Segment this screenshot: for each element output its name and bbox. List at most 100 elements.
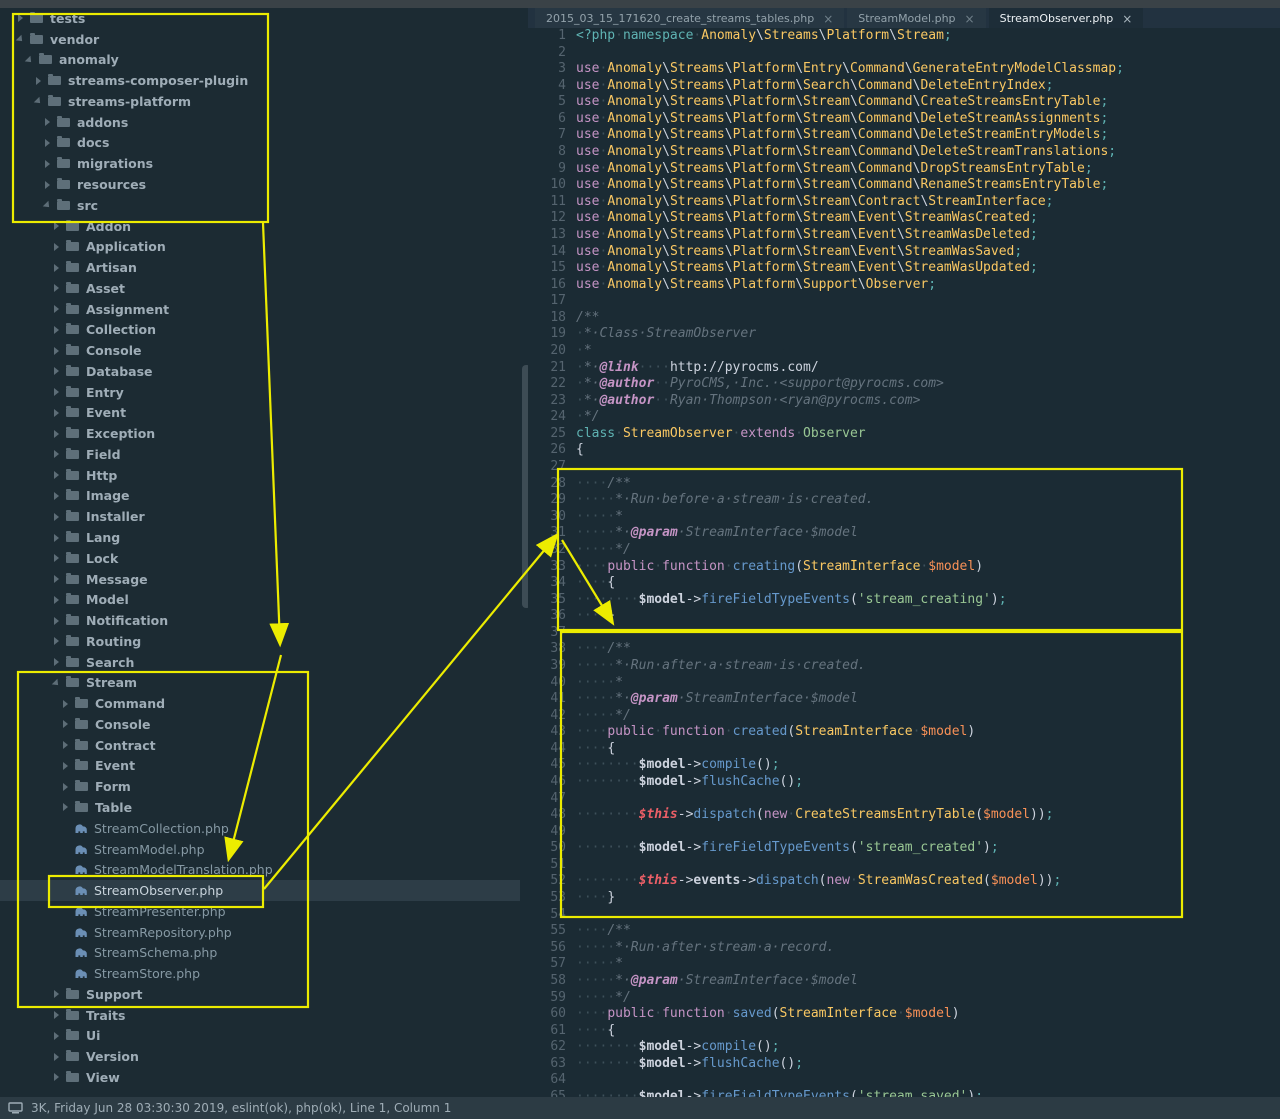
code-line[interactable]: 17 <box>528 293 1280 310</box>
tree-item-addons[interactable]: addons <box>0 112 520 133</box>
chevron-collapsed-icon[interactable] <box>45 139 50 147</box>
code-line[interactable]: 10use·Anomaly\Streams\Platform\Stream\Co… <box>528 177 1280 194</box>
code-line[interactable]: 11use·Anomaly\Streams\Platform\Stream\Co… <box>528 194 1280 211</box>
close-icon[interactable]: × <box>1122 12 1132 26</box>
tree-item-Entry[interactable]: Entry <box>0 382 520 403</box>
chevron-collapsed-icon[interactable] <box>54 471 59 479</box>
code-line[interactable]: 48········$this->dispatch(new·CreateStre… <box>528 807 1280 824</box>
code-line[interactable]: 8use·Anomaly\Streams\Platform\Stream\Com… <box>528 144 1280 161</box>
tree-item-Search[interactable]: Search <box>0 652 520 673</box>
code-line[interactable]: 30·····* <box>528 509 1280 526</box>
code-line[interactable]: 7use·Anomaly\Streams\Platform\Stream\Com… <box>528 127 1280 144</box>
code-line[interactable]: 24·*/ <box>528 409 1280 426</box>
code-line[interactable]: 34····{ <box>528 575 1280 592</box>
tree-item-Contract[interactable]: Contract <box>0 735 520 756</box>
code-line[interactable]: 60····public·function·saved(StreamInterf… <box>528 1006 1280 1023</box>
code-line[interactable]: 56·····*·Run·after·stream·a·record. <box>528 940 1280 957</box>
chevron-collapsed-icon[interactable] <box>54 492 59 500</box>
code-line[interactable]: 4use·Anomaly\Streams\Platform\Search\Com… <box>528 78 1280 95</box>
chevron-collapsed-icon[interactable] <box>54 575 59 583</box>
tree-item-Installer[interactable]: Installer <box>0 506 520 527</box>
chevron-collapsed-icon[interactable] <box>45 160 50 168</box>
chevron-collapsed-icon[interactable] <box>18 14 23 22</box>
tree-item-StreamModelTranslation.php[interactable]: StreamModelTranslation.php <box>0 859 520 880</box>
chevron-collapsed-icon[interactable] <box>54 450 59 458</box>
tree-item-vendor[interactable]: vendor <box>0 29 520 50</box>
chevron-collapsed-icon[interactable] <box>54 1032 59 1040</box>
chevron-collapsed-icon[interactable] <box>54 990 59 998</box>
code-line[interactable]: 52········$this->events->dispatch(new·St… <box>528 873 1280 890</box>
tree-item-streams-platform[interactable]: streams-platform <box>0 91 520 112</box>
chevron-collapsed-icon[interactable] <box>45 118 50 126</box>
tree-item-StreamRepository.php[interactable]: StreamRepository.php <box>0 922 520 943</box>
code-line[interactable]: 33····public·function·creating(StreamInt… <box>528 559 1280 576</box>
code-line[interactable]: 26{ <box>528 442 1280 459</box>
code-line[interactable]: 21·*·@link····http://pyrocms.com/ <box>528 360 1280 377</box>
chevron-collapsed-icon[interactable] <box>36 77 41 85</box>
code-line[interactable]: 9use·Anomaly\Streams\Platform\Stream\Com… <box>528 161 1280 178</box>
chevron-collapsed-icon[interactable] <box>54 326 59 334</box>
code-line[interactable]: 43····public·function·created(StreamInte… <box>528 724 1280 741</box>
tab-StreamObserver.php[interactable]: StreamObserver.php× <box>989 8 1144 29</box>
code-line[interactable]: 14use·Anomaly\Streams\Platform\Stream\Ev… <box>528 244 1280 261</box>
chevron-collapsed-icon[interactable] <box>63 762 68 770</box>
code-line[interactable]: 32·····*/ <box>528 542 1280 559</box>
chevron-collapsed-icon[interactable] <box>54 554 59 562</box>
tree-item-Command[interactable]: Command <box>0 693 520 714</box>
code-line[interactable]: 42·····*/ <box>528 708 1280 725</box>
chevron-expanded-icon[interactable] <box>43 201 52 210</box>
chevron-collapsed-icon[interactable] <box>54 388 59 396</box>
tree-item-anomaly[interactable]: anomaly <box>0 50 520 71</box>
tree-item-Asset[interactable]: Asset <box>0 278 520 299</box>
code-line[interactable]: 63········$model->flushCache(); <box>528 1056 1280 1073</box>
tree-item-migrations[interactable]: migrations <box>0 153 520 174</box>
chevron-collapsed-icon[interactable] <box>45 181 50 189</box>
chevron-collapsed-icon[interactable] <box>54 1053 59 1061</box>
code-editor[interactable]: 1<?php·namespace·Anomaly\Streams\Platfor… <box>528 28 1280 1097</box>
tree-item-Table[interactable]: Table <box>0 797 520 818</box>
chevron-collapsed-icon[interactable] <box>54 513 59 521</box>
code-line[interactable]: 46········$model->flushCache(); <box>528 774 1280 791</box>
tree-item-resources[interactable]: resources <box>0 174 520 195</box>
tab-2015_03_15_171620_create_streams_tables.php[interactable]: 2015_03_15_171620_create_streams_tables.… <box>535 8 844 29</box>
close-icon[interactable]: × <box>965 12 975 26</box>
code-area[interactable]: 1<?php·namespace·Anomaly\Streams\Platfor… <box>528 28 1280 1097</box>
code-line[interactable]: 54 <box>528 907 1280 924</box>
tree-item-StreamObserver.php[interactable]: StreamObserver.php <box>0 880 520 901</box>
tree-item-StreamSchema.php[interactable]: StreamSchema.php <box>0 942 520 963</box>
code-line[interactable]: 15use·Anomaly\Streams\Platform\Stream\Ev… <box>528 260 1280 277</box>
code-line[interactable]: 39·····*·Run·after·a·stream·is·created. <box>528 658 1280 675</box>
code-line[interactable]: 29·····*·Run·before·a·stream·is·created. <box>528 492 1280 509</box>
tree-item-Lock[interactable]: Lock <box>0 548 520 569</box>
code-line[interactable]: 25class·StreamObserver·extends·Observer <box>528 426 1280 443</box>
tree-item-Traits[interactable]: Traits <box>0 1005 520 1026</box>
chevron-collapsed-icon[interactable] <box>54 1011 59 1019</box>
code-line[interactable]: 27 <box>528 459 1280 476</box>
chevron-expanded-icon[interactable] <box>25 56 34 65</box>
code-line[interactable]: 1<?php·namespace·Anomaly\Streams\Platfor… <box>528 28 1280 45</box>
chevron-expanded-icon[interactable] <box>34 97 43 106</box>
code-line[interactable]: 65········$model->fireFieldTypeEvents('s… <box>528 1089 1280 1097</box>
code-line[interactable]: 49 <box>528 824 1280 841</box>
code-line[interactable]: 58·····*·@param·StreamInterface·$model <box>528 973 1280 990</box>
chevron-collapsed-icon[interactable] <box>54 284 59 292</box>
code-line[interactable]: 45········$model->compile(); <box>528 757 1280 774</box>
tree-item-Support[interactable]: Support <box>0 984 520 1005</box>
code-line[interactable]: 16use·Anomaly\Streams\Platform\Support\O… <box>528 277 1280 294</box>
chevron-collapsed-icon[interactable] <box>54 347 59 355</box>
tree-item-Version[interactable]: Version <box>0 1046 520 1067</box>
tree-item-Exception[interactable]: Exception <box>0 423 520 444</box>
close-icon[interactable]: × <box>823 12 833 26</box>
tree-item-Console[interactable]: Console <box>0 340 520 361</box>
chevron-collapsed-icon[interactable] <box>54 1073 59 1081</box>
code-line[interactable]: 19·*·Class·StreamObserver <box>528 326 1280 343</box>
code-line[interactable]: 55····/** <box>528 923 1280 940</box>
code-line[interactable]: 57·····* <box>528 956 1280 973</box>
chevron-expanded-icon[interactable] <box>16 35 25 44</box>
tree-item-View[interactable]: View <box>0 1067 520 1088</box>
tree-item-Stream[interactable]: Stream <box>0 673 520 694</box>
code-line[interactable]: 6use·Anomaly\Streams\Platform\Stream\Com… <box>528 111 1280 128</box>
chevron-collapsed-icon[interactable] <box>54 409 59 417</box>
tree-item-Collection[interactable]: Collection <box>0 319 520 340</box>
code-line[interactable]: 37 <box>528 625 1280 642</box>
